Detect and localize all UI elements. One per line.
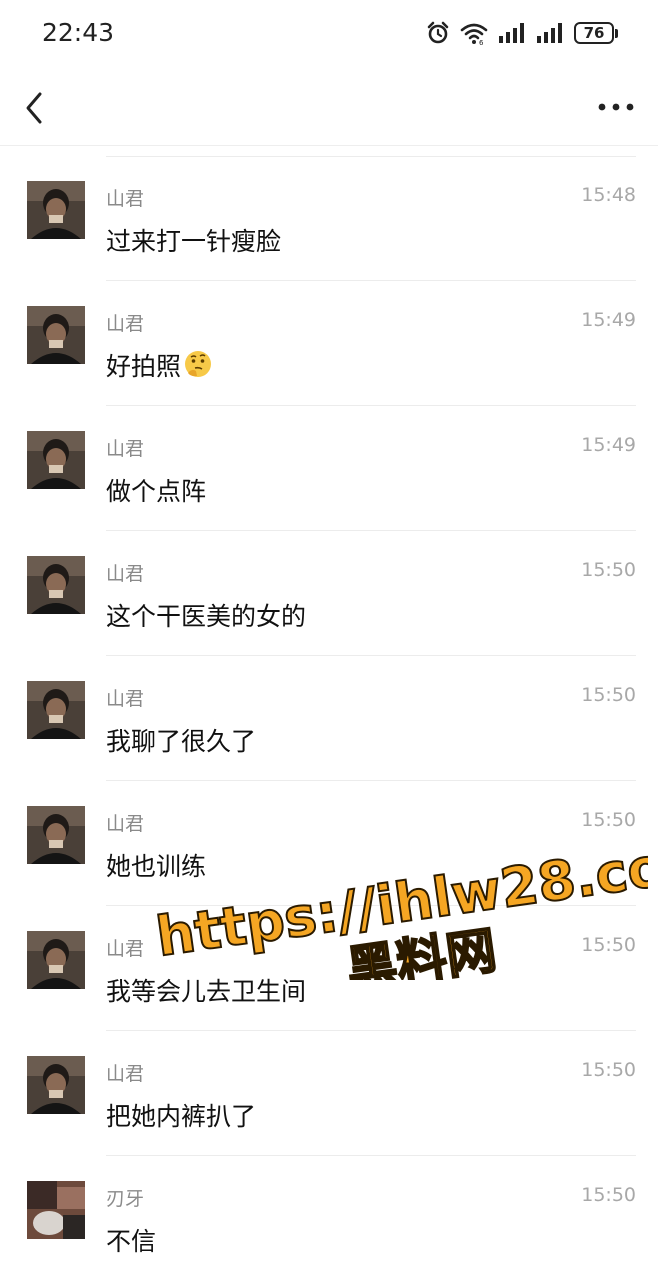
message-time: 15:50: [581, 1184, 636, 1206]
message-text: 这个干医美的女的: [106, 597, 306, 633]
message-item[interactable]: 山君 15:48 过来打一针瘦脸: [0, 156, 658, 281]
message-text-content: 她也训练: [106, 852, 207, 881]
message-text: 做个点阵: [106, 472, 206, 508]
avatar[interactable]: [27, 681, 85, 739]
avatar[interactable]: [27, 181, 85, 239]
sender-name: 山君: [106, 438, 145, 460]
sender-name: 山君: [106, 938, 145, 960]
message-text-content: 好拍照: [106, 352, 182, 381]
thinking-face-emoji-icon: [185, 351, 212, 377]
message-item[interactable]: 山君 15:50 我聊了很久了: [0, 656, 658, 781]
message-text: 我聊了很久了: [106, 722, 256, 758]
message-time: 15:50: [581, 809, 636, 831]
sender-name: 山君: [106, 688, 145, 710]
signal-icon: [537, 23, 562, 43]
message-item[interactable]: 山君 15:50 这个干医美的女的: [0, 531, 658, 656]
message-item[interactable]: 山君 15:49 做个点阵: [0, 406, 658, 531]
message-time: 15:50: [581, 934, 636, 956]
avatar[interactable]: [27, 1056, 85, 1114]
message-text-content: 不信: [106, 1227, 157, 1256]
message-item[interactable]: 刃牙 15:50 不信: [0, 1156, 658, 1281]
message-item[interactable]: 山君 15:50 我等会儿去卫生间: [0, 906, 658, 1031]
message-text: 她也训练: [106, 847, 206, 883]
message-text-content: 把她内裤扒了: [106, 1102, 257, 1131]
chevron-left-icon: [26, 92, 42, 124]
avatar[interactable]: [27, 556, 85, 614]
message-text: 把她内裤扒了: [106, 1097, 256, 1133]
sender-name: 山君: [106, 813, 145, 835]
message-text-content: 我等会儿去卫生间: [106, 977, 307, 1006]
message-item[interactable]: 山君 15:50 把她内裤扒了: [0, 1031, 658, 1156]
sender-name: 山君: [106, 563, 145, 585]
message-time: 15:49: [581, 309, 636, 331]
message-text-content: 这个干医美的女的: [106, 602, 307, 631]
message-time: 15:50: [581, 684, 636, 706]
avatar[interactable]: [27, 1181, 85, 1239]
svg-text:6: 6: [479, 39, 484, 45]
status-time: 22:43: [42, 18, 115, 47]
sender-name: 刃牙: [106, 1188, 145, 1210]
message-item[interactable]: 山君 15:50 她也训练: [0, 781, 658, 906]
avatar[interactable]: [27, 931, 85, 989]
more-dots-icon: [598, 103, 634, 111]
message-time: 15:50: [581, 1059, 636, 1081]
battery-level: 76: [574, 22, 614, 44]
alarm-icon: [427, 21, 449, 44]
avatar[interactable]: [27, 806, 85, 864]
message-text-content: 做个点阵: [106, 477, 207, 506]
more-button[interactable]: [596, 90, 636, 124]
back-button[interactable]: [18, 88, 52, 128]
battery-icon: 76: [574, 22, 618, 44]
message-text-content: 过来打一针瘦脸: [106, 227, 282, 256]
message-text: 过来打一针瘦脸: [106, 222, 281, 258]
status-bar: 22:43 6 76: [0, 0, 658, 70]
message-text: 我等会儿去卫生间: [106, 972, 306, 1008]
message-time: 15:50: [581, 559, 636, 581]
message-time: 15:49: [581, 434, 636, 456]
chat-history-list[interactable]: 山君 15:48 过来打一针瘦脸 山君 15:49 好拍照 山君 15:49 做…: [0, 156, 658, 1281]
nav-bar: [0, 70, 658, 146]
sender-name: 山君: [106, 313, 145, 335]
message-text: 不信: [106, 1222, 156, 1258]
sender-name: 山君: [106, 188, 145, 210]
wifi-icon: 6: [460, 23, 488, 45]
message-text: 好拍照: [106, 347, 213, 383]
sender-name: 山君: [106, 1063, 145, 1085]
signal-icon: [499, 23, 524, 43]
avatar[interactable]: [27, 306, 85, 364]
message-item[interactable]: 山君 15:49 好拍照: [0, 281, 658, 406]
message-text-content: 我聊了很久了: [106, 727, 257, 756]
message-time: 15:48: [581, 184, 636, 206]
avatar[interactable]: [27, 431, 85, 489]
status-icons: 6 76: [426, 18, 618, 48]
